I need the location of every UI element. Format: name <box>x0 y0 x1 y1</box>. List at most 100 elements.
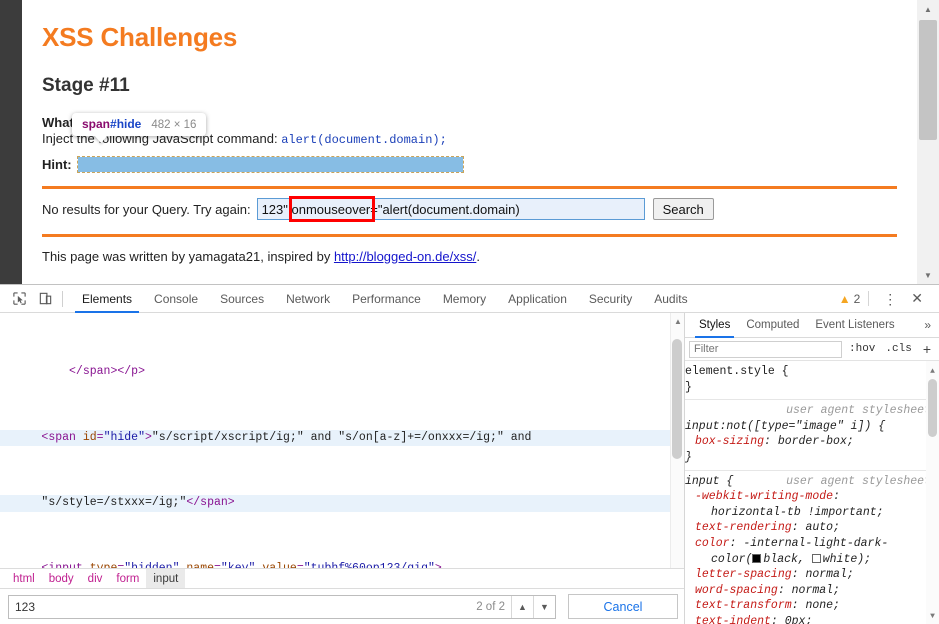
page-title: XSS Challenges <box>42 22 238 52</box>
tab-sources[interactable]: Sources <box>209 285 275 313</box>
new-style-rule-button[interactable]: + <box>919 341 935 357</box>
toolbar-divider <box>62 290 63 307</box>
tab-application[interactable]: Application <box>497 285 578 313</box>
rule-close: } <box>685 450 692 464</box>
warning-triangle-icon: ▲ <box>838 291 851 306</box>
breadcrumb-div[interactable]: div <box>81 569 110 589</box>
rule-close: } <box>685 380 692 394</box>
style-prop-name[interactable]: color <box>685 537 730 550</box>
dom-line-span-hide-cont[interactable]: "s/style=/stxxx=/ig;"</span> <box>0 495 670 512</box>
find-bar: 2 of 2 ▲ ▼ Cancel <box>0 588 684 624</box>
cancel-button[interactable]: Cancel <box>568 594 678 619</box>
hint-highlight-bar <box>76 156 464 173</box>
tab-performance[interactable]: Performance <box>341 285 432 313</box>
styles-rules-list: element.style { } user agent stylesheet i… <box>685 361 939 624</box>
chevron-down-icon[interactable]: ▼ <box>533 595 555 618</box>
dom-tree-pane: </span></p> <span id="hide">"s/script/xs… <box>0 313 685 624</box>
devtools-panel: Elements Console Sources Network Perform… <box>0 284 939 624</box>
styles-scroll-down-icon[interactable]: ▼ <box>928 609 937 621</box>
page-scroll-thumb[interactable] <box>919 20 937 140</box>
rule-source: user agent stylesheet <box>786 404 931 418</box>
search-result-label: No results for your Query. Try again: <box>42 201 251 217</box>
style-prop-name[interactable]: text-transform <box>685 599 792 612</box>
styles-filter-input[interactable] <box>689 340 842 358</box>
tab-audits[interactable]: Audits <box>643 285 698 313</box>
chevron-up-icon[interactable]: ▲ <box>511 595 533 618</box>
search-button[interactable]: Search <box>652 198 714 220</box>
inspect-cursor-icon[interactable] <box>6 288 32 310</box>
style-rule-element-style[interactable]: element.style { } <box>685 361 939 401</box>
device-toggle-icon[interactable] <box>32 288 58 310</box>
tab-network[interactable]: Network <box>275 285 341 313</box>
search-row: No results for your Query. Try again: Se… <box>42 196 897 222</box>
tab-event-listeners[interactable]: Event Listeners <box>807 313 902 338</box>
style-prop-value[interactable]: horizontal-tb !important; <box>685 505 939 521</box>
hov-toggle[interactable]: :hov <box>846 343 878 355</box>
footer-suffix: . <box>476 249 480 264</box>
style-prop-name[interactable]: letter-spacing <box>685 568 792 581</box>
devtools-toolbar: Elements Console Sources Network Perform… <box>0 285 939 313</box>
breadcrumb-body[interactable]: body <box>42 569 81 589</box>
footer-prefix: This page was written by yamagata21, ins… <box>42 249 334 264</box>
divider-bottom <box>42 234 897 237</box>
tooltip-tag-id: #hide <box>110 117 142 131</box>
tooltip-tag-name: span <box>82 117 111 131</box>
inject-code: alert(document.domain); <box>281 133 447 147</box>
cls-toggle[interactable]: .cls <box>882 343 914 355</box>
tooltip-selector: span#hide <box>82 117 141 131</box>
style-prop-value-color[interactable]: color(black, white); <box>685 552 939 568</box>
element-inspect-tooltip: span#hide 482 × 16 <box>72 113 207 136</box>
hint-label: Hint: <box>42 157 72 172</box>
rule-selector[interactable]: input { <box>685 475 733 488</box>
styles-scroll-thumb[interactable] <box>928 379 937 437</box>
hint-row: Hint: <box>42 156 897 173</box>
style-prop-name[interactable]: box-sizing <box>685 435 764 448</box>
browser-page-viewport: XSS Challenges Stage #11 What's your fav… <box>0 0 939 284</box>
search-input[interactable] <box>256 198 645 220</box>
style-prop-value: : border-box; <box>764 435 854 449</box>
find-match-count: 2 of 2 <box>476 600 505 613</box>
find-input[interactable] <box>9 599 471 614</box>
toolbar-right-divider <box>868 291 870 306</box>
breadcrumb-input[interactable]: input <box>146 568 186 589</box>
breadcrumb-form[interactable]: form <box>109 569 146 589</box>
styles-scroll-up-icon[interactable]: ▲ <box>928 364 937 376</box>
styles-filter-bar: :hov .cls + <box>685 338 939 361</box>
breadcrumb: html body div form input <box>0 568 684 589</box>
style-prop-name[interactable]: text-indent <box>685 615 771 624</box>
divider-top <box>42 186 897 189</box>
chevron-double-right-icon[interactable]: » <box>924 318 939 332</box>
rule-selector[interactable]: input:not([type="image" i]) { <box>685 420 885 433</box>
styles-scrollbar[interactable]: ▲ ▼ <box>926 361 939 624</box>
tab-console[interactable]: Console <box>143 285 209 313</box>
style-rule-input[interactable]: user agent stylesheet input { -webkit-wri… <box>685 471 939 624</box>
dom-line[interactable]: </span></p> <box>0 364 670 380</box>
style-prop-name[interactable]: -webkit-writing-mode <box>685 490 833 503</box>
warning-count: 2 <box>853 291 861 306</box>
tab-computed[interactable]: Computed <box>738 313 807 338</box>
tab-memory[interactable]: Memory <box>432 285 497 313</box>
scroll-down-icon[interactable]: ▼ <box>917 266 939 284</box>
close-icon[interactable]: ✕ <box>905 290 929 307</box>
style-prop-name[interactable]: word-spacing <box>685 584 778 597</box>
dom-scroll-thumb[interactable] <box>672 339 682 459</box>
rule-selector[interactable]: element.style { <box>685 364 939 380</box>
dom-line-span-hide[interactable]: <span id="hide">"s/script/xscript/ig;" a… <box>0 429 670 447</box>
footer-credit: This page was written by yamagata21, ins… <box>42 249 897 264</box>
color-swatch-black[interactable] <box>752 553 762 563</box>
color-swatch-white[interactable] <box>811 553 821 563</box>
breadcrumb-html[interactable]: html <box>6 569 42 589</box>
dom-scroll-up-icon[interactable]: ▲ <box>673 317 683 329</box>
kebab-menu-icon[interactable]: ⋮ <box>877 292 903 306</box>
scroll-up-icon[interactable]: ▲ <box>917 0 939 18</box>
style-rule-input-not-image[interactable]: user agent stylesheet input:not([type="im… <box>685 400 939 471</box>
tab-styles[interactable]: Styles <box>691 313 738 338</box>
page-scrollbar[interactable]: ▲ ▼ <box>917 0 939 284</box>
tab-security[interactable]: Security <box>578 285 643 313</box>
style-prop-name[interactable]: text-rendering <box>685 521 792 534</box>
warning-badge[interactable]: ▲ 2 <box>839 292 861 306</box>
devtools-tab-strip: Elements Console Sources Network Perform… <box>71 285 699 313</box>
rule-source: user agent stylesheet <box>786 474 931 488</box>
footer-link[interactable]: http://blogged-on.de/xss/ <box>334 249 476 264</box>
tab-elements[interactable]: Elements <box>71 285 143 313</box>
